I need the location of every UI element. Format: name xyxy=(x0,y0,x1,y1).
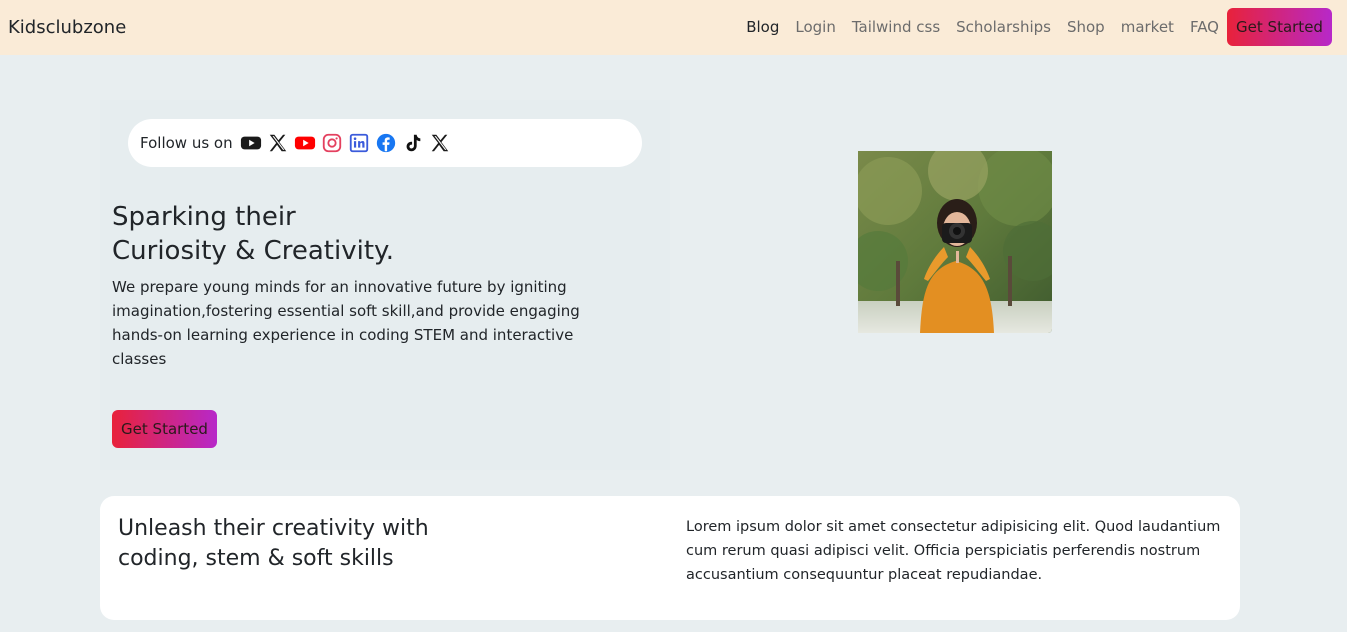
nav-link-scholarships[interactable]: Scholarships xyxy=(948,8,1059,46)
nav-link-faq[interactable]: FAQ xyxy=(1182,8,1227,46)
brand-logo-link[interactable]: Kidsclubzone xyxy=(8,17,126,38)
youtube-red-icon[interactable] xyxy=(293,131,317,155)
instagram-icon[interactable] xyxy=(320,131,344,155)
x-icon[interactable] xyxy=(428,131,452,155)
hero-title-line2: Curiosity & Creativity. xyxy=(112,236,394,266)
youtube-dark-icon[interactable] xyxy=(239,131,263,155)
linkedin-icon[interactable] xyxy=(347,131,371,155)
x-icon[interactable] xyxy=(266,131,290,155)
tiktok-icon[interactable] xyxy=(401,131,425,155)
nav-link-blog[interactable]: Blog xyxy=(738,8,787,46)
nav-links: Blog Login Tailwind css Scholarships Sho… xyxy=(738,8,1332,46)
hero-description: We prepare young minds for an innovative… xyxy=(112,278,580,368)
hero-title-line1: Sparking their xyxy=(112,202,296,232)
follow-us-bar: Follow us on xyxy=(128,119,642,167)
feature-title-line1: Unleash their creativity with xyxy=(118,516,429,541)
hero-image xyxy=(858,151,1052,333)
nav-link-market[interactable]: market xyxy=(1113,8,1182,46)
feature-description: Lorem ipsum dolor sit amet consectetur a… xyxy=(686,519,1221,583)
follow-us-label: Follow us on xyxy=(140,134,233,152)
scrollbar[interactable] xyxy=(1341,0,1347,632)
feature-title: Unleash their creativity with coding, st… xyxy=(118,514,498,574)
feature-card: Unleash their creativity with coding, st… xyxy=(100,496,1240,620)
hero-get-started-button[interactable]: Get Started xyxy=(112,410,217,448)
nav-link-tailwind[interactable]: Tailwind css xyxy=(844,8,948,46)
hero-title: Sparking their Curiosity & Creativity. xyxy=(112,200,632,268)
nav-link-shop[interactable]: Shop xyxy=(1059,8,1113,46)
nav-get-started-button[interactable]: Get Started xyxy=(1227,8,1332,46)
facebook-icon[interactable] xyxy=(374,131,398,155)
navbar: Kidsclubzone Blog Login Tailwind css Sch… xyxy=(0,0,1347,55)
nav-link-login[interactable]: Login xyxy=(787,8,843,46)
feature-title-line2: coding, stem & soft skills xyxy=(118,546,394,571)
